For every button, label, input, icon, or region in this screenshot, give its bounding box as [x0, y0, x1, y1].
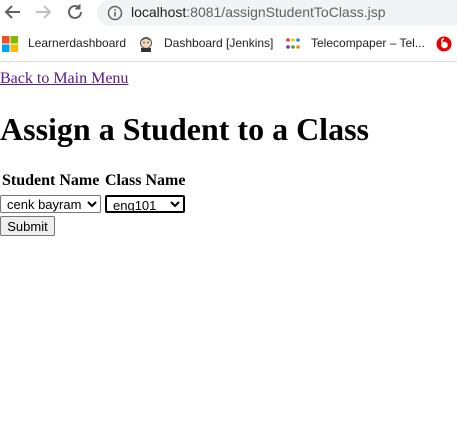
- class-name-header: Class Name: [105, 172, 186, 189]
- submit-button[interactable]: Submit: [0, 216, 55, 236]
- back-to-main-menu-link[interactable]: Back to Main Menu: [0, 70, 128, 88]
- page-title: Assign a Student to a Class: [0, 111, 369, 147]
- microsoft-logo-icon: [2, 36, 18, 52]
- url-text: localhost:8081/assignStudentToClass.jsp: [131, 4, 386, 20]
- student-select[interactable]: cenk bayram: [0, 195, 101, 213]
- bookmark-label: Telecompaper – Tel...: [311, 36, 425, 50]
- telecompaper-icon: [285, 36, 301, 52]
- forward-arrow-icon[interactable]: [32, 1, 54, 23]
- address-bar[interactable]: localhost:8081/assignStudentToClass.jsp: [97, 0, 457, 26]
- site-info-icon[interactable]: [107, 5, 123, 21]
- browser-toolbar: localhost:8081/assignStudentToClass.jsp: [0, 0, 457, 26]
- student-name-header: Student Name: [2, 172, 100, 189]
- url-host: localhost: [131, 4, 187, 20]
- bookmark-label: Learnerdashboard: [28, 36, 127, 50]
- bookmarks-bar: Learnerdashboard Dashboard [Jenkins] Tel…: [0, 32, 457, 56]
- url-path: :8081/assignStudentToClass.jsp: [186, 4, 386, 20]
- chrome-divider: [0, 61, 457, 62]
- browser-chrome: localhost:8081/assignStudentToClass.jsp …: [0, 0, 457, 62]
- reload-icon[interactable]: [64, 1, 86, 23]
- jenkins-icon: [138, 36, 154, 52]
- back-arrow-icon[interactable]: [2, 1, 24, 23]
- bookmark-label: Dashboard [Jenkins]: [164, 36, 274, 50]
- vodafone-icon: [436, 36, 452, 52]
- class-select[interactable]: eng101: [105, 195, 185, 213]
